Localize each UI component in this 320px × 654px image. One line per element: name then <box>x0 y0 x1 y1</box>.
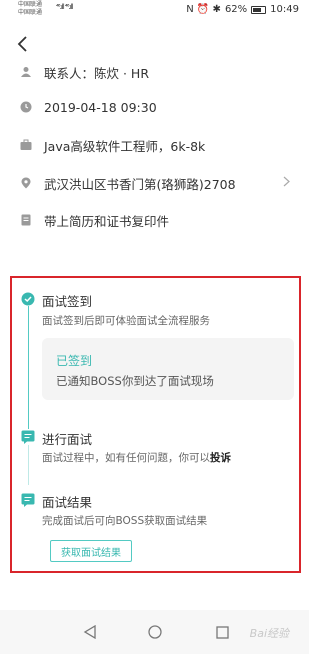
address-text: 武汉洪山区书香门第(珞狮路)2708 <box>44 176 236 192</box>
carrier-2: 中国联通 <box>18 9 43 16</box>
job-row: Java高级软件工程师，6k-8k <box>20 135 300 155</box>
chat-icon <box>21 493 35 507</box>
battery-percent: 62% <box>224 4 248 15</box>
timeline-line <box>28 306 29 429</box>
signed-in-card: 已签到 已通知BOSS你到达了面试现场 <box>42 338 294 400</box>
timeline-line-lower <box>28 445 29 485</box>
signal-icon: ⁴⁶.ıll ⁴⁶.ıll <box>56 3 74 11</box>
chevron-right-icon <box>283 175 290 191</box>
status-bar: 中国联通 中国联通 ⁴⁶.ıll ⁴⁶.ıll N ⏰ ✱ 62% 10:49 <box>0 0 309 20</box>
system-nav-bar: Bai经验 <box>0 610 309 654</box>
nav-back-button[interactable] <box>80 622 100 642</box>
step-interview-desc: 面试过程中，如有任何问题，你可以投诉 <box>42 450 231 465</box>
contact-text: 联系人：陈炊 · HR <box>44 65 150 81</box>
step-result-desc: 完成面试后可向BOSS获取面试结果 <box>42 515 208 527</box>
back-button[interactable] <box>16 35 32 55</box>
clock-icon <box>20 101 32 113</box>
briefcase-icon <box>20 139 32 151</box>
step-interview-desc-text: 面试过程中，如有任何问题，你可以 <box>42 452 210 464</box>
clock: 10:49 <box>270 4 299 15</box>
get-result-button[interactable]: 获取面试结果 <box>50 540 132 562</box>
datetime-text: 2019-04-18 09:30 <box>44 99 157 115</box>
status-icons: N ⏰ ✱ <box>186 4 221 15</box>
battery-icon <box>251 5 267 14</box>
bring-row: 带上简历和证书复印件 <box>20 210 300 230</box>
step-checkin-desc: 面试签到后即可体验面试全流程服务 <box>42 315 210 327</box>
location-pin-icon <box>20 177 32 189</box>
datetime-row: 2019-04-18 09:30 <box>20 97 300 117</box>
person-icon <box>20 66 32 78</box>
square-recent-icon <box>215 625 229 639</box>
step-checkin-title: 面试签到 <box>42 294 93 309</box>
check-circle-icon <box>21 292 35 306</box>
chat-icon <box>21 430 35 444</box>
job-text: Java高级软件工程师，6k-8k <box>44 138 206 154</box>
chevron-left-icon <box>17 36 27 52</box>
document-icon <box>20 214 32 226</box>
bring-text: 带上简历和证书复印件 <box>44 213 170 229</box>
step-result-title: 面试结果 <box>42 495 93 510</box>
address-row[interactable]: 武汉洪山区书香门第(珞狮路)2708 <box>20 173 300 193</box>
carrier-names: 中国联通 中国联通 <box>18 1 42 17</box>
signed-title: 已签到 <box>56 354 93 368</box>
circle-home-icon <box>148 625 162 639</box>
watermark: Bai经验 <box>249 627 289 640</box>
status-right: N ⏰ ✱ 62% 10:49 <box>186 4 299 15</box>
carrier-1: 中国联通 <box>18 1 43 8</box>
contact-row: 联系人：陈炊 · HR <box>20 62 300 82</box>
nav-home-button[interactable] <box>145 622 165 642</box>
complain-link[interactable]: 投诉 <box>210 452 231 464</box>
triangle-back-icon <box>83 625 96 639</box>
nav-recent-button[interactable] <box>212 622 232 642</box>
signed-desc: 已通知BOSS你到达了面试现场 <box>56 374 214 388</box>
step-interview-title: 进行面试 <box>42 432 93 447</box>
